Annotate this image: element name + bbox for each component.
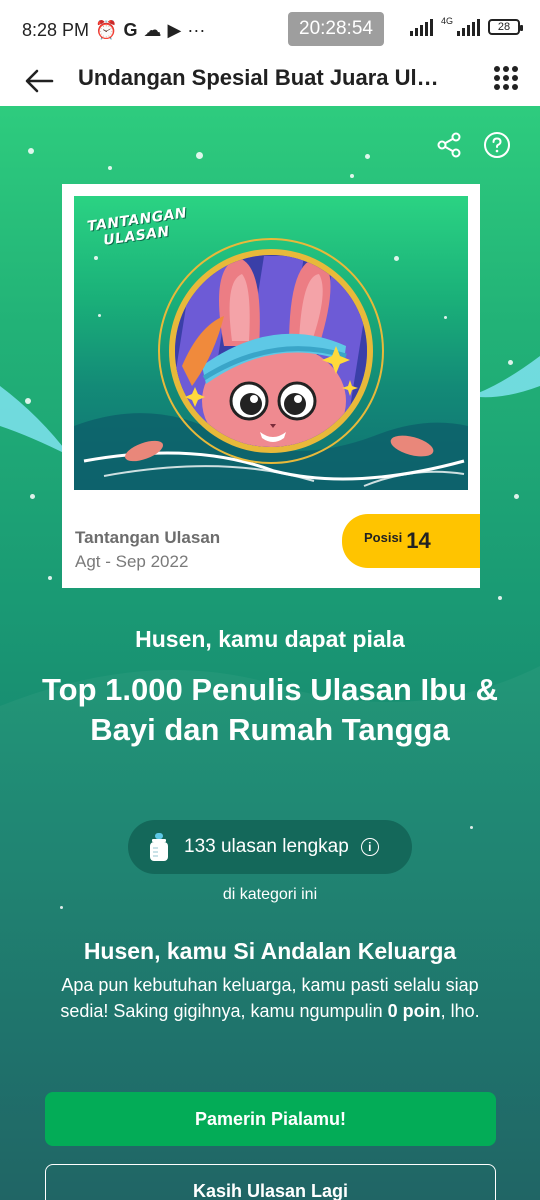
card-period: Agt - Sep 2022 (75, 552, 189, 571)
page-title: Undangan Spesial Buat Juara Ulasan (78, 65, 448, 90)
help-button[interactable] (482, 130, 512, 160)
battery-icon: 28 (488, 19, 523, 35)
mascot-illustration (74, 238, 468, 490)
signal-icon-2 (457, 18, 480, 36)
alarm-icon: ⏰ (95, 19, 118, 40)
status-left: 8:28 PM ⏰ G ☁ ▶ ··· (22, 20, 205, 41)
baby-bottle-icon (150, 833, 168, 861)
help-icon (484, 132, 510, 158)
show-trophy-button[interactable]: Pamerin Pialamu! (45, 1092, 496, 1146)
signal-icon (409, 18, 433, 36)
card-artwork: TANTANGAN ULASAN (74, 196, 468, 490)
persona-title: Husen, kamu Si Andalan Keluarga (83, 938, 457, 964)
youtube-icon: ▶ (167, 19, 182, 40)
info-icon[interactable]: i (360, 838, 379, 856)
more-dots-icon: ··· (187, 19, 206, 40)
status-bar: 8:28 PM ⏰ G ☁ ▶ ··· 20:28:54 4G 28 (0, 0, 540, 60)
app-bar: Undangan Spesial Buat Juara Ulasan (0, 60, 540, 106)
trophy-headline: Top 1.000 Penulis Ulasan Ibu & Bayi dan … (42, 672, 498, 747)
points-value: 0 poin (387, 1001, 441, 1021)
rank-badge: Posisi 14 (342, 514, 480, 568)
stat-caption: di kategori ini (222, 886, 318, 903)
write-review-button[interactable]: Kasih Ulasan Lagi (45, 1164, 496, 1200)
arrow-left-icon (25, 69, 54, 93)
status-time: 8:28 PM (22, 19, 90, 40)
google-icon: G (123, 19, 138, 40)
review-stat-pill: 133 ulasan lengkap i (128, 820, 412, 874)
network-label: 4G (440, 16, 453, 26)
rank-label: Posisi (364, 529, 403, 545)
persona-description: Apa pun kebutuhan keluarga, kamu pasti s… (60, 975, 480, 1021)
trophy-card: TANTANGAN ULASAN Tantangan Ulasan Agt - … (62, 184, 480, 588)
share-button[interactable] (434, 130, 464, 160)
card-title: Tantangan Ulasan (75, 528, 221, 547)
menu-button[interactable] (494, 66, 518, 90)
back-button[interactable] (22, 64, 56, 98)
clock-overlay: 20:28:54 (288, 12, 384, 46)
top-actions (434, 130, 512, 160)
main-content: TANTANGAN ULASAN Tantangan Ulasan Agt - … (0, 106, 540, 1200)
battery-level: 28 (497, 21, 511, 33)
status-right: 4G 28 (409, 16, 523, 36)
trophy-subhead: Husen, kamu dapat piala (135, 626, 405, 652)
review-count: 133 ulasan lengkap (184, 836, 349, 857)
share-icon (437, 132, 461, 158)
rank-value: 14 (406, 528, 431, 553)
cloud-icon: ☁ (143, 19, 162, 40)
